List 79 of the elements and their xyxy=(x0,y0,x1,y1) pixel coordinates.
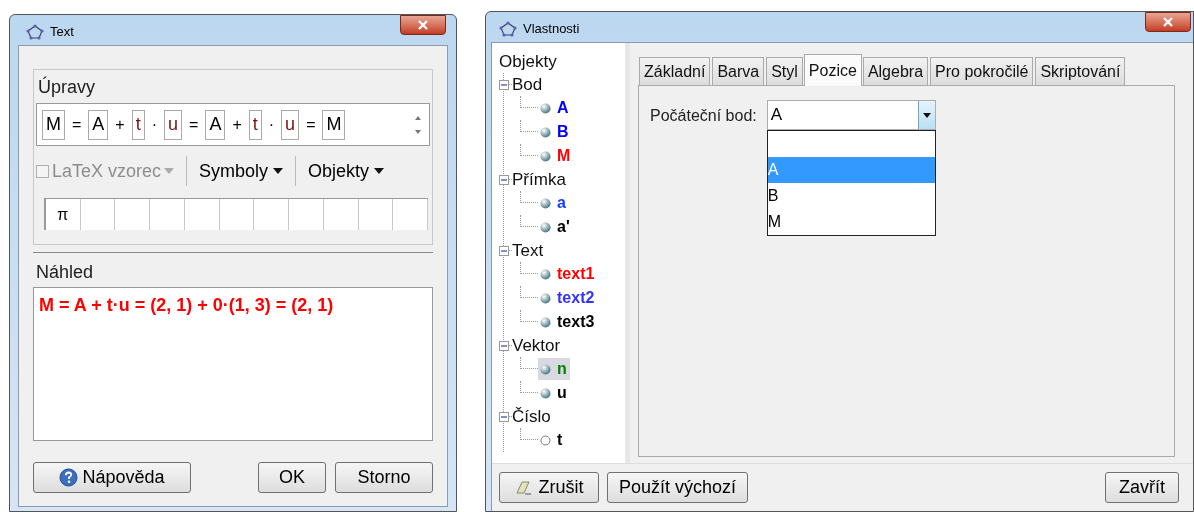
dialog-button[interactable]: Storno xyxy=(335,462,433,493)
object-field[interactable]: u xyxy=(164,109,183,140)
tab[interactable]: Základní xyxy=(639,57,711,85)
caret-icon xyxy=(273,168,284,174)
cancel-button[interactable]: Zrušit xyxy=(499,472,599,503)
help-icon xyxy=(59,468,79,487)
symbol-cell[interactable]: π xyxy=(46,199,81,230)
caret-icon xyxy=(922,112,931,118)
start-point-combo[interactable]: A xyxy=(766,100,936,130)
object-field[interactable]: A xyxy=(205,109,226,140)
operator: = xyxy=(306,114,316,135)
dialog-button[interactable]: OK xyxy=(258,462,326,493)
caret-icon xyxy=(374,168,385,174)
tab[interactable]: Barva xyxy=(712,57,765,85)
close-button[interactable] xyxy=(400,15,446,35)
field-label: Počáteční bod: xyxy=(650,106,757,126)
tree-root[interactable]: Objekty xyxy=(499,51,625,73)
formula-editor[interactable]: M = A + t · u = A + t · u = M xyxy=(36,103,430,146)
operator: · xyxy=(268,114,275,135)
collapse-toggle[interactable] xyxy=(499,340,509,351)
tree-item[interactable]: u xyxy=(538,382,570,404)
window-title: Vlastnosti xyxy=(523,20,580,38)
operator: + xyxy=(115,114,125,135)
tab[interactable]: Styl xyxy=(766,57,803,85)
minus-icon xyxy=(501,247,507,254)
dropdown-option[interactable]: B xyxy=(767,183,935,209)
close-icon xyxy=(417,20,429,30)
collapse-toggle[interactable] xyxy=(499,174,509,185)
tree-item[interactable]: M xyxy=(538,145,574,167)
collapse-toggle[interactable] xyxy=(499,79,509,90)
tab[interactable]: Skriptování xyxy=(1035,57,1126,85)
tab[interactable]: Algebra xyxy=(862,57,929,85)
menu-button[interactable]: Objekty xyxy=(308,157,385,185)
preview-text: M = A + t·u = (2, 1) + 0·(1, 3) = (2, 1) xyxy=(39,295,334,315)
tree-item[interactable]: A xyxy=(538,97,572,119)
object-field[interactable]: M xyxy=(42,109,65,140)
tree-item[interactable]: text1 xyxy=(538,263,598,285)
group-label: Úpravy xyxy=(37,76,96,98)
object-field[interactable]: t xyxy=(248,109,262,140)
tree-item[interactable]: n xyxy=(538,358,570,380)
tree-category[interactable]: Bod xyxy=(512,71,543,98)
dialog-button[interactable]: Použít výchozí xyxy=(607,472,748,503)
operator: = xyxy=(189,114,199,135)
group-label: Náhled xyxy=(35,261,95,283)
tab[interactable]: Pro pokročilé xyxy=(930,57,1034,85)
operator: · xyxy=(151,114,158,135)
tree-category[interactable]: Text xyxy=(512,237,544,264)
collapse-toggle[interactable] xyxy=(499,245,509,256)
tree-item[interactable]: B xyxy=(538,121,572,143)
tree-item[interactable]: a xyxy=(538,192,569,214)
tree-category[interactable]: Číslo xyxy=(512,403,551,430)
close-button[interactable] xyxy=(1145,12,1191,32)
close-icon xyxy=(1162,17,1174,27)
object-field[interactable]: A xyxy=(88,109,109,140)
minus-icon xyxy=(501,81,507,88)
dropdown-option[interactable]: M xyxy=(767,209,935,235)
tree-category[interactable]: Přímka xyxy=(512,166,566,193)
polygon-icon xyxy=(26,23,44,40)
object-field[interactable]: u xyxy=(281,109,300,140)
tree-category[interactable]: Vektor xyxy=(512,332,561,359)
minus-icon xyxy=(501,342,507,349)
tab[interactable]: Pozice xyxy=(803,54,862,86)
minus-icon xyxy=(501,413,507,420)
tree-item[interactable]: t xyxy=(538,429,566,451)
operator: = xyxy=(72,114,82,135)
tree-item[interactable]: text2 xyxy=(538,287,598,309)
operator: + xyxy=(232,114,242,135)
object-field[interactable]: M xyxy=(322,109,346,140)
help-button[interactable]: Nápověda xyxy=(33,462,191,493)
object-field[interactable]: t xyxy=(131,109,145,140)
tree-item[interactable]: text3 xyxy=(538,311,598,333)
tree-item[interactable]: a' xyxy=(538,216,573,238)
menu-button[interactable]: Symboly xyxy=(199,157,284,185)
dialog-button[interactable]: Zavřít xyxy=(1105,472,1179,503)
window-title: Text xyxy=(50,23,74,41)
caret-icon xyxy=(164,168,175,174)
minus-icon xyxy=(501,176,507,183)
collapse-toggle[interactable] xyxy=(499,411,509,422)
polygon-icon xyxy=(499,20,517,37)
